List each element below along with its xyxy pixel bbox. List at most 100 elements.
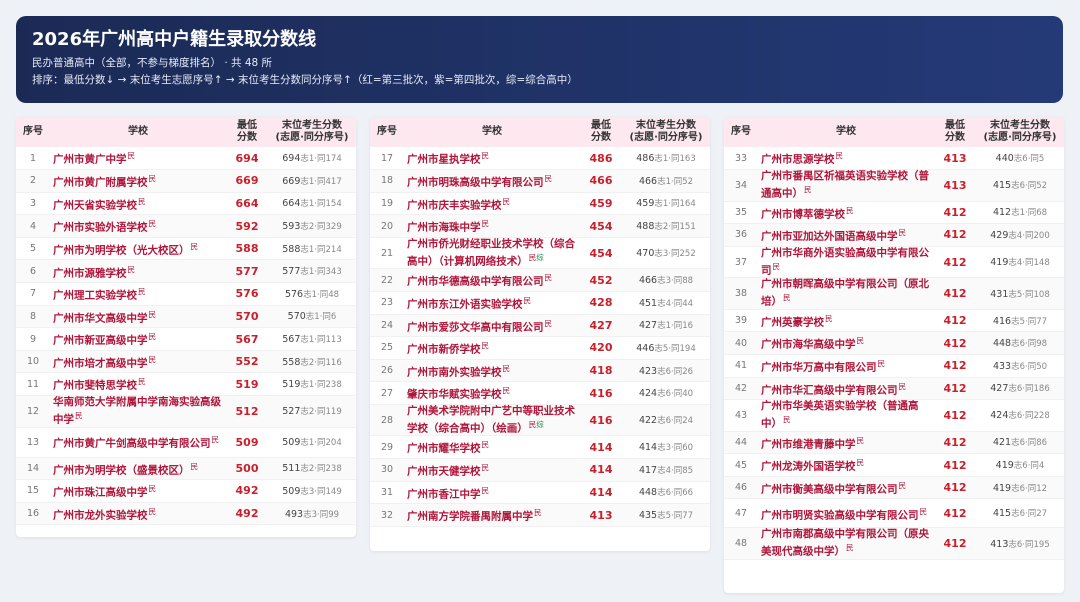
last-rank-cell: 415志6·同52 [976,169,1064,202]
last-rank-cell: 459志1·同164 [622,192,710,216]
choice-tie-order: 志6·同228 [1008,411,1050,422]
last-score: 567 [282,334,301,346]
choice-tie-order: 志1·同164 [654,199,696,210]
private-tag: 民 [481,440,490,450]
page-header: 2026年广州高中户籍生录取分数线 民办普通高中（全部，不参与梯度排名） · 共… [16,16,1063,103]
choice-tie-order: 志6·同98 [1011,339,1048,350]
choice-tie-order: 志1·同417 [300,176,342,187]
private-tag: 民 [75,411,83,421]
last-score: 558 [282,356,301,368]
row-index: 45 [724,453,758,477]
table-row: 3 广州天省实验学校民 664 664志1·同154 [16,192,356,216]
row-index: 48 [724,527,758,560]
school-cell: 广州市培才高级中学民 [50,350,226,374]
school-cell: 广州市珠江高级中学民 [50,479,226,503]
page-title: 2026年广州高中户籍生录取分数线 [32,29,317,50]
min-score: 592 [226,214,268,238]
table-row: 48 广州市南郡高级中学有限公司（原央美现代高级中学）民 412 413志6·同195 [724,527,1064,560]
school-cell: 广州市朝晖高级中学有限公司（原北培）民 [758,277,934,310]
private-tag: 民 [481,151,490,161]
last-score: 470 [636,248,655,260]
row-index: 1 [16,147,50,171]
row-index: 11 [16,372,50,397]
choice-tie-order: 志3·同149 [300,486,342,497]
school-name: 广州美术学院附中广艺中等职业技术学校（综合高中）（绘画） [407,404,575,435]
col-header-score-line2: 分数 [591,132,611,143]
last-rank-cell: 509志1·同204 [268,427,356,458]
school-name: 广州市南郡高级中学有限公司（原央美现代高级中学） [761,528,929,558]
choice-tie-order: 志3·同88 [657,276,694,287]
private-tag: 民 [544,174,553,184]
last-rank-cell: 414志3·同60 [622,435,710,460]
col-header-score: 最低 分数 [226,117,268,147]
last-score: 694 [282,153,301,165]
row-index: 2 [16,169,50,193]
col-header-rank-line2: (志愿·同分序号) [275,132,349,143]
school-name: 广州市博萃德学校 [761,208,845,221]
min-score: 570 [226,305,268,329]
col-header-school: 学校 [758,117,934,147]
min-score: 412 [934,431,976,455]
private-tag: 民 [835,151,844,161]
last-score: 419 [992,482,1012,494]
last-score: 509 [282,485,301,497]
table-row: 29 广州市耀华学校民 414 414志3·同60 [370,435,710,460]
col-header-school: 学校 [50,117,226,147]
last-score: 413 [990,538,1009,550]
table-row: 4 广州市实验外语学校民 592 593志2·同329 [16,214,356,238]
private-tag: 民 [846,205,854,215]
school-name: 广州市斐特思学校 [53,379,137,392]
last-score: 435 [638,510,658,522]
private-tag: 民 [148,332,157,342]
private-tag: 民 [534,508,542,518]
school-cell: 广州市华汇高级中学有限公司民 [758,377,934,401]
col-header-rank: 末位考生分数 (志愿·同分序号) [622,117,710,147]
last-rank-cell: 451志4·同44 [622,291,710,315]
table-row: 47 广州市明贤实验高级中学有限公司民 412 415志6·同27 [724,498,1064,529]
private-tag: 民 [481,341,490,351]
last-score: 429 [990,229,1009,241]
table-row: 16 广州市龙外实验学校民 492 493志3·同99 [16,502,356,526]
last-score: 427 [638,320,658,332]
row-index: 43 [724,399,758,432]
min-score: 500 [226,457,268,481]
min-score: 412 [934,309,976,333]
school-name: 广州天省实验学校 [53,199,137,212]
private-tag: 民 [825,313,833,323]
score-table: 序号 学校 最低 分数 末位考生分数 (志愿·同分序号) 1 广州市黄广中学民 694 6… [16,117,356,526]
school-name: 肇庆市华赋实验学校 [407,388,502,401]
min-score: 459 [580,192,622,216]
school-name: 广州市龙外实验学校 [53,509,148,522]
last-score: 509 [282,437,301,449]
last-score: 424 [990,410,1009,422]
min-score: 577 [226,259,268,284]
score-table: 序号 学校 最低 分数 末位考生分数 (志愿·同分序号) 33 广州市思源学校民 413… [724,117,1064,560]
choice-tie-order: 志5·同77 [657,511,694,522]
school-name: 广州市爱莎文华高中有限公司 [407,321,544,334]
last-score: 576 [284,288,304,300]
last-rank-cell: 448志6·同98 [976,331,1064,355]
private-tag: 民 [148,354,157,364]
row-index: 29 [370,435,404,460]
school-cell: 广州市明珠高级中学有限公司民 [404,169,580,193]
last-rank-cell: 519志1·同238 [268,372,356,397]
sort-note: 排序：最低分数↓ → 末位考生志愿序号↑ → 末位考生分数同分序号↑（红=第三批… [32,74,578,86]
row-index: 15 [16,479,50,503]
choice-tie-order: 志2·同329 [300,222,342,233]
last-score: 412 [992,207,1012,219]
row-index: 41 [724,354,758,378]
choice-tie-order: 志1·同52 [657,176,694,187]
school-cell: 广州市为明学校（盛景校区）民 [50,457,226,481]
col-header-score-line2: 分数 [237,132,257,143]
table-row: 18 广州市明珠高级中学有限公司民 466 466志1·同52 [370,169,710,193]
school-cell: 广州龙涛外国语学校民 [758,453,934,477]
table-row: 34 广州市番禺区祈福英语实验学校（普通高中）民 413 415志6·同52 [724,169,1064,202]
min-score: 512 [226,395,268,428]
choice-tie-order: 志4·同44 [657,298,694,309]
school-cell: 广州市衡美高级中学有限公司民 [758,476,934,500]
last-rank-cell: 429志4·同200 [976,223,1064,247]
min-score: 588 [226,237,268,261]
last-rank-cell: 466志3·同88 [622,268,710,292]
school-name: 广州市源雅学校 [53,267,127,280]
comprehensive-tag: 综 [536,252,544,262]
